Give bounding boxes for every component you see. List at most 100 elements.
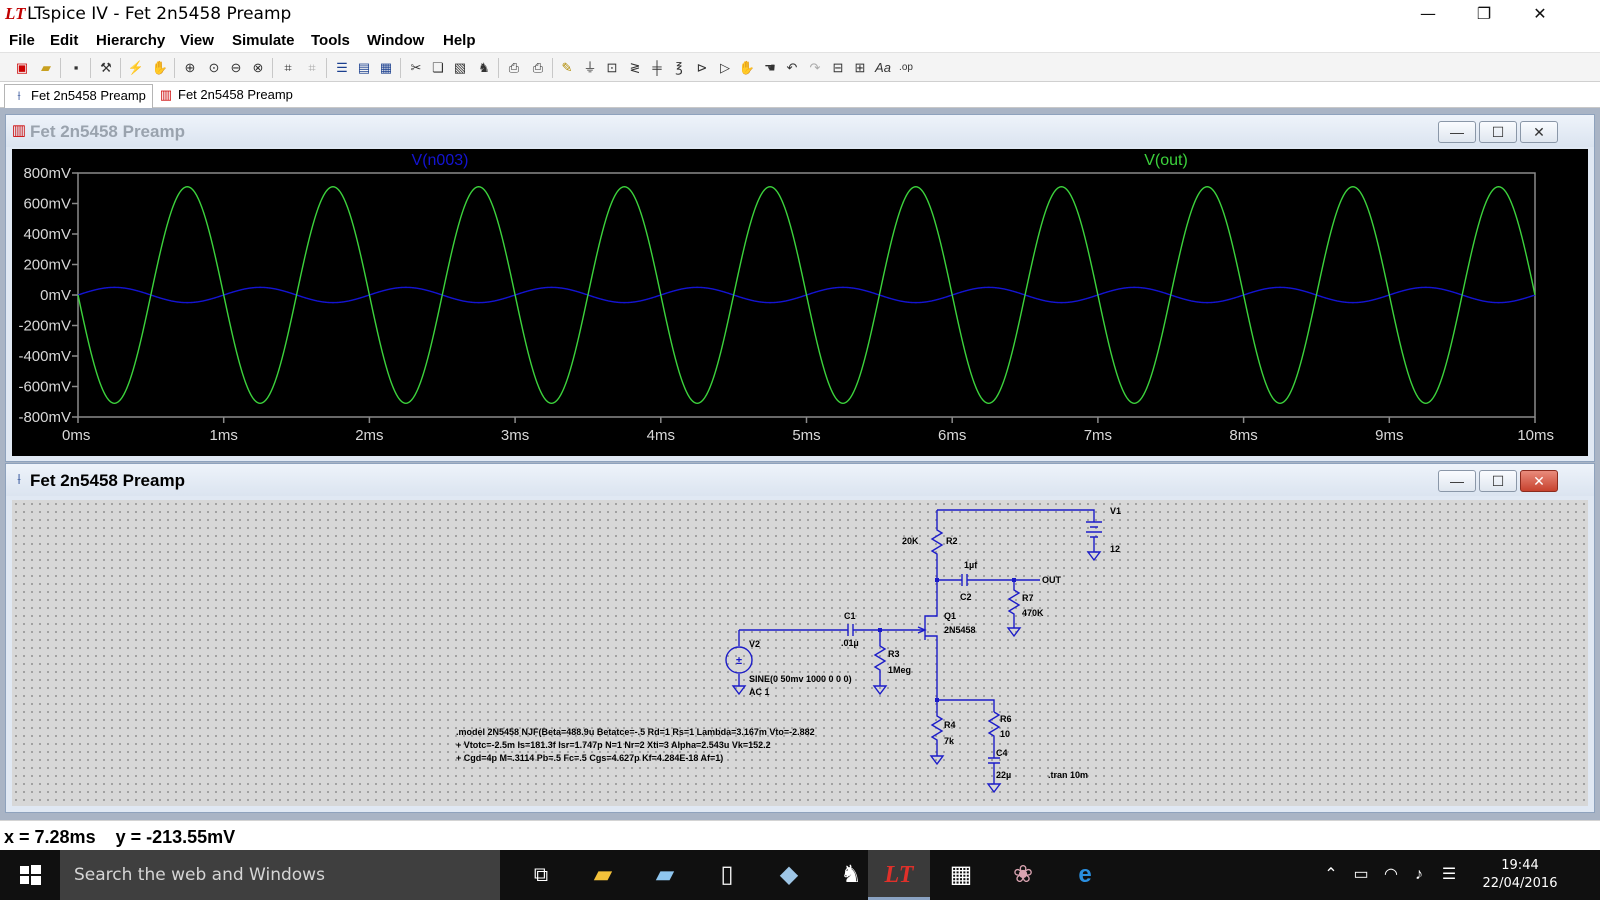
window-title: LTspice IV - Fet 2n5458 Preamp: [27, 4, 292, 24]
new-schematic-icon[interactable]: ▣: [12, 58, 32, 78]
model-line-1: .model 2N5458 NJF(Beta=488.9u Betatce=-.…: [456, 727, 815, 737]
move-icon[interactable]: ✋: [737, 58, 757, 78]
zoom-out-icon[interactable]: ⊖: [226, 58, 246, 78]
c2-value: 1µf: [964, 560, 978, 570]
tile-vertical-icon[interactable]: ▤: [354, 58, 374, 78]
paint-app-icon[interactable]: ❀: [992, 850, 1054, 900]
toolbar-divider: [552, 58, 553, 78]
minimize-button[interactable]: —: [1400, 0, 1456, 30]
document-icon[interactable]: ▯: [696, 850, 758, 900]
y-tick-label: 600mV: [23, 196, 71, 213]
task-view-icon[interactable]: ⧉: [510, 850, 572, 900]
clock-date: 22/04/2016: [1482, 876, 1558, 891]
clock[interactable]: 19:44 22/04/2016: [1480, 857, 1560, 893]
x-tick-label: 9ms: [1375, 427, 1403, 444]
action-center-icon[interactable]: ☰: [1438, 864, 1460, 886]
drag-icon[interactable]: ☚: [760, 58, 780, 78]
x-tick-label: 10ms: [1517, 427, 1554, 444]
schematic-maximize-button[interactable]: ☐: [1479, 470, 1517, 492]
resistor-icon[interactable]: ≷: [625, 58, 645, 78]
close-button[interactable]: ✕: [1512, 0, 1568, 30]
label-net-icon[interactable]: ⊡: [602, 58, 622, 78]
x-tick-label: 7ms: [1084, 427, 1112, 444]
wifi-icon[interactable]: ◠: [1380, 864, 1402, 886]
ltspice-taskbar-icon[interactable]: LT: [868, 850, 930, 900]
menu-simulate[interactable]: Simulate: [232, 32, 295, 49]
find-icon[interactable]: ♞: [474, 58, 494, 78]
zoom-in-icon[interactable]: ⊕: [180, 58, 200, 78]
menu-tools[interactable]: Tools: [311, 32, 350, 49]
open-icon[interactable]: ▰: [36, 58, 56, 78]
tab-waveform[interactable]: ▥ Fet 2n5458 Preamp: [152, 84, 299, 108]
menu-help[interactable]: Help: [443, 32, 476, 49]
component-icon[interactable]: ▷: [715, 58, 735, 78]
schematic-close-button[interactable]: ✕: [1520, 470, 1558, 492]
zoom-fit-icon[interactable]: ⊗: [248, 58, 268, 78]
edge-browser-icon[interactable]: e: [1054, 850, 1116, 900]
toolbar-divider: [120, 58, 121, 78]
waveform-window-titlebar: ▥ Fet 2n5458 Preamp — ☐ ✕: [6, 115, 1594, 147]
copy-icon[interactable]: ❏: [428, 58, 448, 78]
capacitor-icon[interactable]: ╪: [647, 58, 667, 78]
control-panel-icon[interactable]: ⚒: [96, 58, 116, 78]
pan-icon[interactable]: ⊙: [204, 58, 224, 78]
folder-icon[interactable]: ▰: [634, 850, 696, 900]
cut-icon[interactable]: ✂: [406, 58, 426, 78]
menu-file[interactable]: File: [9, 32, 35, 49]
spice-directive-icon[interactable]: .op: [896, 58, 916, 78]
halt-icon[interactable]: ✋: [150, 58, 170, 78]
search-placeholder: Search the web and Windows: [74, 865, 325, 885]
legend-v-n003[interactable]: V(n003): [412, 152, 469, 169]
v1-label: V1: [1110, 506, 1121, 516]
autorange-icon[interactable]: ⌗: [278, 58, 298, 78]
redo-icon[interactable]: ↷: [805, 58, 825, 78]
waveform-plot[interactable]: 800mV 600mV 400mV 200mV 0mV -200mV -400mV -600m…: [12, 149, 1588, 456]
diode-icon[interactable]: ⊳: [692, 58, 712, 78]
restore-button[interactable]: ❐: [1456, 0, 1512, 30]
volume-icon[interactable]: ♪: [1408, 864, 1430, 886]
q1-value: 2N5458: [944, 625, 976, 635]
cascade-icon[interactable]: ▦: [376, 58, 396, 78]
wire-icon[interactable]: ✎: [557, 58, 577, 78]
mirror-icon[interactable]: ⊞: [850, 58, 870, 78]
waveform-maximize-button[interactable]: ☐: [1479, 121, 1517, 143]
tile-horizontal-icon[interactable]: ☰: [332, 58, 352, 78]
print-icon[interactable]: ⎙: [528, 58, 548, 78]
rotate-icon[interactable]: ⊟: [828, 58, 848, 78]
file-explorer-icon[interactable]: ▰: [572, 850, 634, 900]
tran-directive: .tran 10m: [1048, 770, 1088, 780]
r7-label: R7: [1022, 593, 1034, 603]
battery-icon[interactable]: ▭: [1350, 864, 1372, 886]
schematic-minimize-button[interactable]: —: [1438, 470, 1476, 492]
menu-edit[interactable]: Edit: [50, 32, 78, 49]
chevron-up-icon[interactable]: ⌃: [1320, 864, 1342, 886]
save-icon[interactable]: ▪: [66, 58, 86, 78]
toolbar-divider: [60, 58, 61, 78]
menu-hierarchy[interactable]: Hierarchy: [96, 32, 165, 49]
waveform-minimize-button[interactable]: —: [1438, 121, 1476, 143]
x-tick-label: 6ms: [938, 427, 966, 444]
r2-label: R2: [946, 536, 958, 546]
toolbar-divider: [272, 58, 273, 78]
grid-icon[interactable]: ⌗: [302, 58, 322, 78]
tab-schematic[interactable]: ⟊ Fet 2n5458 Preamp: [4, 84, 153, 108]
run-icon[interactable]: ⚡: [126, 58, 146, 78]
schematic-canvas[interactable]: V1 12 20K R2 1µf C2 OUT R7 470K Q1 2N545…: [12, 500, 1588, 806]
paste-icon[interactable]: ▧: [450, 58, 470, 78]
q1-label: Q1: [944, 611, 956, 621]
legend-v-out[interactable]: V(out): [1144, 152, 1188, 169]
menu-window[interactable]: Window: [367, 32, 424, 49]
cursor-y: y = -213.55mV: [115, 827, 236, 847]
calculator-icon[interactable]: ▦: [930, 850, 992, 900]
toolbar-divider: [90, 58, 91, 78]
print-setup-icon[interactable]: ⎙: [504, 58, 524, 78]
inductor-icon[interactable]: ℥: [669, 58, 689, 78]
ground-icon[interactable]: ⏚: [580, 58, 600, 78]
start-button[interactable]: [0, 850, 60, 900]
text-icon[interactable]: Aa: [873, 58, 893, 78]
notes-app-icon[interactable]: ◆: [758, 850, 820, 900]
undo-icon[interactable]: ↶: [782, 58, 802, 78]
search-box[interactable]: Search the web and Windows: [60, 850, 500, 900]
menu-view[interactable]: View: [180, 32, 214, 49]
waveform-close-button[interactable]: ✕: [1520, 121, 1558, 143]
